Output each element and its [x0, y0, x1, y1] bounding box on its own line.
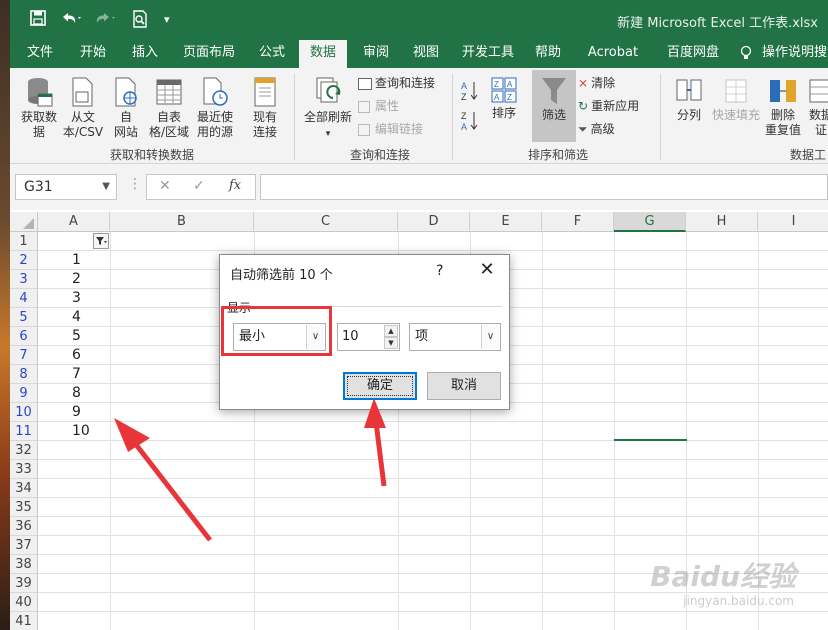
arrow-to-values — [114, 418, 212, 542]
annotation-arrows — [114, 398, 387, 542]
excel-window: ▾ 新建 Microsoft Excel 工作表.xlsx 文件 开始 插入 页… — [10, 0, 828, 630]
watermark-url: jingyan.baidu.com — [683, 594, 794, 608]
watermark-logo: Baidu经验 — [650, 560, 796, 593]
arrow-to-ok-button — [364, 398, 387, 487]
